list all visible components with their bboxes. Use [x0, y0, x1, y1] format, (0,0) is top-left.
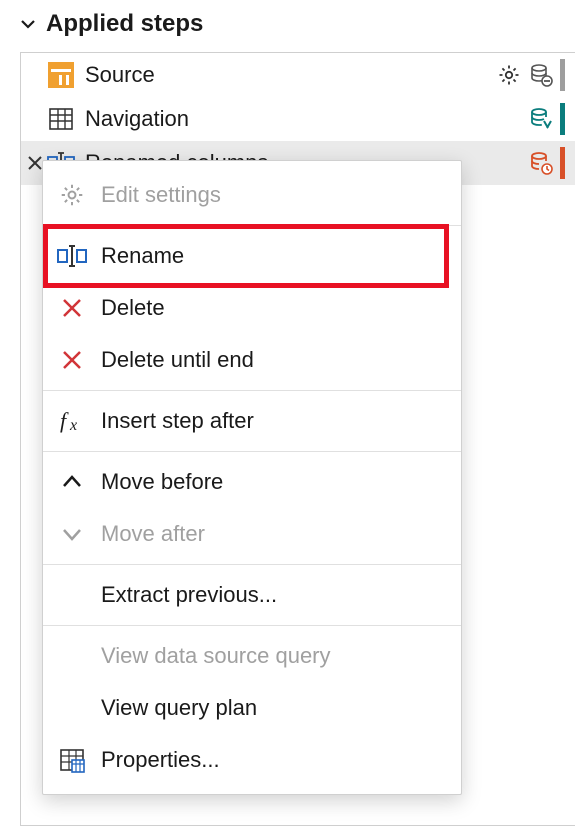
menu-label: Extract previous...	[101, 582, 277, 608]
close-icon	[57, 345, 87, 375]
menu-label: View data source query	[101, 643, 331, 669]
menu-edit-settings: Edit settings	[43, 169, 461, 221]
menu-label: Insert step after	[101, 408, 254, 434]
gear-icon[interactable]	[496, 62, 522, 88]
context-menu: Edit settings Rename Delete Delete until…	[42, 160, 462, 795]
database-clock-icon	[528, 150, 554, 176]
delete-step-placeholder	[25, 65, 45, 85]
menu-label: Move after	[101, 521, 205, 547]
menu-separator	[43, 564, 461, 565]
menu-label: Delete	[101, 295, 165, 321]
chevron-up-icon	[57, 467, 87, 497]
properties-icon	[57, 745, 87, 775]
delete-step-placeholder	[25, 109, 45, 129]
menu-label: Rename	[101, 243, 184, 269]
menu-properties[interactable]: Properties...	[43, 734, 461, 786]
source-icon	[47, 61, 75, 89]
step-source[interactable]: Source	[21, 53, 575, 97]
table-icon	[47, 105, 75, 133]
close-icon	[57, 293, 87, 323]
step-label: Navigation	[85, 106, 518, 132]
step-navigation[interactable]: Navigation	[21, 97, 575, 141]
menu-label: Edit settings	[101, 182, 221, 208]
menu-move-after: Move after	[43, 508, 461, 560]
menu-label: Delete until end	[101, 347, 254, 373]
menu-insert-step-after[interactable]: fx Insert step after	[43, 395, 461, 447]
menu-extract-previous[interactable]: Extract previous...	[43, 569, 461, 621]
blank-icon	[57, 693, 87, 723]
blank-icon	[57, 641, 87, 671]
menu-view-query-plan[interactable]: View query plan	[43, 682, 461, 734]
status-bar-icon	[560, 147, 565, 179]
database-refresh-icon	[528, 106, 554, 132]
svg-text:f: f	[60, 408, 69, 433]
menu-delete[interactable]: Delete	[43, 282, 461, 334]
menu-separator	[43, 225, 461, 226]
chevron-down-icon	[20, 16, 36, 32]
applied-steps-header[interactable]: Applied steps	[0, 0, 575, 52]
fx-icon: fx	[57, 406, 87, 436]
menu-delete-until-end[interactable]: Delete until end	[43, 334, 461, 386]
blank-icon	[57, 580, 87, 610]
status-bar-icon	[560, 103, 565, 135]
menu-label: View query plan	[101, 695, 257, 721]
menu-view-data-source-query: View data source query	[43, 630, 461, 682]
applied-steps-title: Applied steps	[46, 10, 203, 38]
menu-move-before[interactable]: Move before	[43, 456, 461, 508]
menu-separator	[43, 390, 461, 391]
gear-icon	[57, 180, 87, 210]
rename-icon	[57, 241, 87, 271]
menu-label: Move before	[101, 469, 223, 495]
menu-rename[interactable]: Rename	[43, 230, 461, 282]
status-bar-icon	[560, 59, 565, 91]
menu-separator	[43, 625, 461, 626]
chevron-down-icon	[57, 519, 87, 549]
menu-label: Properties...	[101, 747, 220, 773]
database-remove-icon	[528, 62, 554, 88]
menu-separator	[43, 451, 461, 452]
step-label: Source	[85, 62, 486, 88]
svg-text:x: x	[69, 417, 77, 434]
